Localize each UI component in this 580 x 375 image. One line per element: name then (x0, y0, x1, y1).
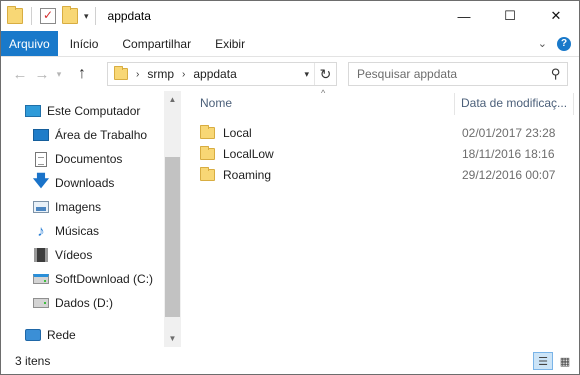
column-header-date[interactable]: Data de modificaç... (461, 91, 573, 115)
nav-item-label: Músicas (55, 224, 100, 238)
file-date: 29/12/2016 00:07 (462, 168, 556, 182)
breadcrumb-separator[interactable]: › (136, 69, 139, 80)
pictures-icon (33, 199, 49, 215)
nav-item-label: Rede (47, 328, 76, 342)
close-button[interactable]: ✕ (533, 1, 579, 31)
nav-item-rede[interactable]: Rede (25, 324, 76, 346)
network-icon (25, 327, 41, 343)
nav-item-musicas[interactable]: ♪ Músicas (33, 220, 99, 242)
navigation-pane: Este Computador Área de Trabalho Documen… (1, 91, 179, 347)
scrollbar-thumb[interactable] (165, 157, 180, 317)
nav-item-dados-d[interactable]: Dados (D:) (33, 292, 113, 314)
nav-item-label: Dados (D:) (55, 296, 114, 310)
computer-icon (25, 103, 41, 119)
nav-item-label: Documentos (55, 152, 123, 166)
nav-item-area-de-trabalho[interactable]: Área de Trabalho (33, 124, 147, 146)
folder-icon (200, 145, 215, 160)
ribbon-tabs: Arquivo Início Compartilhar Exibir ⌄ ? (1, 31, 579, 57)
tab-arquivo[interactable]: Arquivo (1, 31, 58, 56)
customize-toolbar-dropdown-icon[interactable]: ▾ (84, 11, 89, 22)
file-row-locallow[interactable]: LocalLow (200, 143, 274, 164)
column-divider[interactable] (573, 93, 574, 115)
videos-icon (33, 247, 49, 263)
details-view-icon[interactable]: ☰ (533, 352, 553, 370)
file-name: Local (223, 125, 252, 140)
title-bar: ▾ appdata — ☐ ✕ (1, 1, 579, 31)
nav-item-softdownload-c[interactable]: SoftDownload (C:) (33, 268, 153, 290)
maximize-button[interactable]: ☐ (487, 1, 533, 31)
nav-item-label: Vídeos (55, 248, 93, 262)
breadcrumb-separator[interactable]: › (182, 69, 185, 80)
explorer-window: ▾ appdata — ☐ ✕ Arquivo Início Compartil… (0, 0, 580, 375)
desktop-icon (33, 127, 49, 143)
address-history-dropdown-icon[interactable]: ▾ (299, 69, 314, 80)
title-divider (94, 7, 96, 25)
help-icon[interactable]: ? (557, 36, 571, 51)
folder-icon[interactable] (7, 6, 23, 24)
window-controls: — ☐ ✕ (441, 1, 579, 31)
status-bar: 3 itens ☰ ▦ (1, 347, 579, 374)
new-folder-icon[interactable] (62, 6, 78, 24)
quick-access-toolbar: ▾ appdata (1, 1, 151, 31)
tab-compartilhar[interactable]: Compartilhar (110, 31, 203, 56)
address-bar[interactable]: › srmp › appdata ▾ ↻ (107, 62, 337, 86)
folder-icon (200, 124, 215, 139)
search-placeholder: Pesquisar appdata (357, 67, 458, 81)
file-date: 02/01/2017 23:28 (462, 126, 556, 140)
nav-item-label: Downloads (55, 176, 115, 190)
tab-inicio[interactable]: Início (58, 31, 111, 56)
tab-exibir[interactable]: Exibir (203, 31, 257, 56)
back-button[interactable]: ← (9, 66, 31, 83)
up-button[interactable]: ↑ (71, 65, 93, 83)
file-row-roaming[interactable]: Roaming (200, 164, 271, 185)
nav-item-videos[interactable]: Vídeos (33, 244, 92, 266)
windows-drive-icon (33, 271, 49, 287)
scroll-down-arrow-icon[interactable]: ▼ (164, 330, 181, 347)
nav-item-downloads[interactable]: 🡇 Downloads (32, 172, 115, 194)
properties-icon[interactable] (40, 8, 56, 24)
music-icon: ♪ (37, 222, 45, 240)
nav-item-label: Imagens (55, 200, 102, 214)
file-list: ^ Nome Data de modificaç... Local 02/01/… (182, 88, 579, 347)
folder-icon (200, 166, 215, 181)
forward-button[interactable]: → (31, 66, 53, 83)
recent-locations-dropdown[interactable]: ▾ (53, 69, 65, 80)
window-title: appdata (107, 9, 151, 23)
nav-item-documentos[interactable]: Documentos (33, 148, 122, 170)
file-name: LocalLow (223, 146, 274, 161)
documents-icon (33, 151, 49, 167)
file-name: Roaming (223, 167, 272, 182)
address-folder-icon (114, 66, 128, 80)
file-row-local[interactable]: Local (200, 122, 252, 143)
search-box[interactable]: Pesquisar appdata ⚲ (348, 62, 568, 86)
column-header-name[interactable]: Nome (200, 91, 450, 115)
item-count: 3 itens (15, 353, 51, 368)
refresh-button[interactable]: ↻ (314, 63, 336, 85)
large-icons-view-icon[interactable]: ▦ (555, 352, 575, 370)
address-row: ← → ▾ ↑ › srmp › appdata ▾ ↻ Pesquisar a… (1, 57, 579, 91)
nav-item-label: SoftDownload (C:) (55, 272, 154, 286)
file-date: 18/11/2016 18:16 (462, 147, 555, 161)
minimize-button[interactable]: — (441, 1, 487, 31)
toolbar-divider (31, 7, 32, 25)
view-switcher: ☰ ▦ (533, 352, 575, 370)
downloads-icon: 🡇 (32, 172, 50, 190)
drive-icon (33, 295, 49, 311)
column-divider[interactable] (454, 93, 455, 115)
address-bar-actions: ▾ ↻ (299, 63, 336, 85)
breadcrumb-appdata[interactable]: appdata (193, 67, 236, 81)
ribbon-right-controls: ⌄ ? (538, 31, 579, 56)
nav-item-label: Área de Trabalho (55, 128, 148, 142)
scroll-up-arrow-icon[interactable]: ▲ (164, 91, 181, 108)
expand-ribbon-chevron-icon[interactable]: ⌄ (538, 37, 547, 50)
nav-item-este-computador[interactable]: Este Computador (25, 100, 140, 122)
breadcrumb-srmp[interactable]: srmp (147, 67, 174, 81)
nav-item-label: Este Computador (47, 104, 141, 118)
navigation-scrollbar[interactable]: ▲ ▼ (164, 91, 181, 347)
nav-item-imagens[interactable]: Imagens (33, 196, 101, 218)
search-icon[interactable]: ⚲ (551, 66, 561, 82)
